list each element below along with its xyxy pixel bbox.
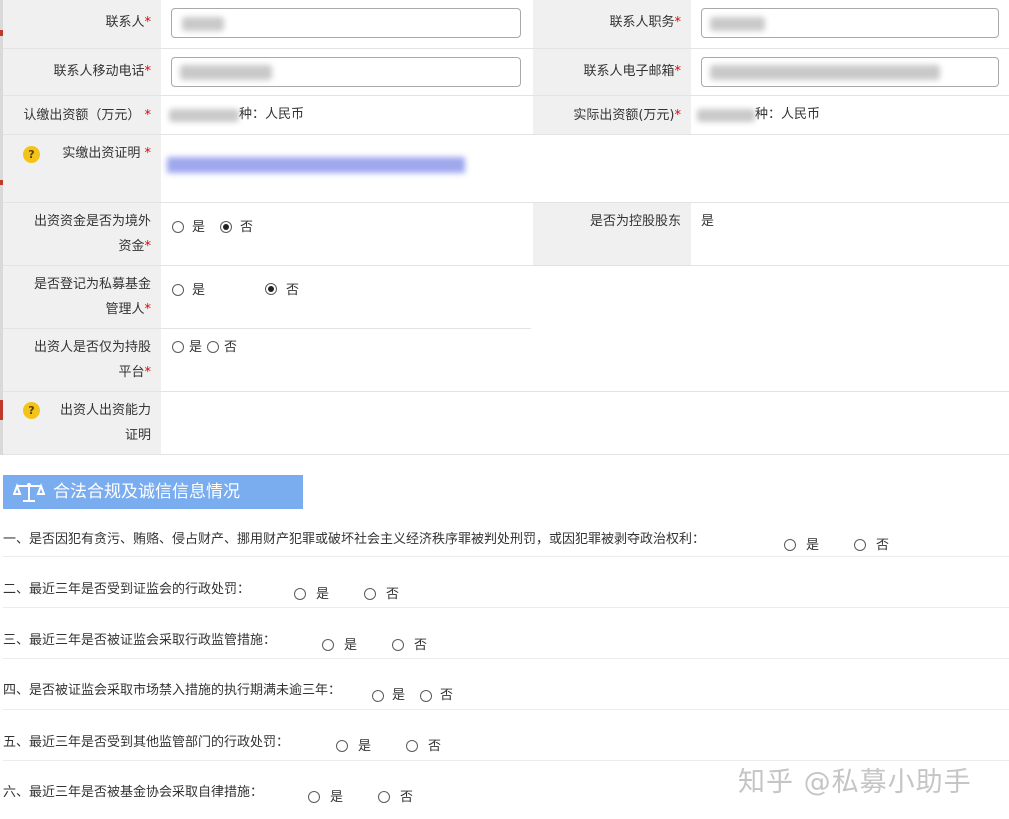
question-4-no-radio[interactable] <box>420 690 432 702</box>
email-label: 联系人电子邮箱* <box>533 49 691 95</box>
controlling-label: 是否为控股股东 <box>533 203 691 265</box>
help-icon[interactable]: ? <box>23 146 40 163</box>
question-3-yes-radio[interactable] <box>322 639 334 651</box>
question-4-yes-radio[interactable] <box>372 690 384 702</box>
scale-icon <box>13 483 45 502</box>
yes-label: 是 <box>330 790 344 805</box>
holding-platform-yes-label: 是 <box>189 340 203 355</box>
question-text: 三、最近三年是否被证监会采取行政监管措施： <box>3 633 277 648</box>
mobile-label: 联系人移动电话* <box>3 49 161 95</box>
row-capital: 认缴出资额（万元） * 种：人民币 实际出资额(万元)* 种：人民币 <box>3 96 1009 135</box>
yes-label: 是 <box>344 638 358 653</box>
watermark: 知乎 @私募小助手 <box>738 767 972 798</box>
question-6-yes-radio[interactable] <box>308 791 320 803</box>
question-text: 二、最近三年是否受到证监会的行政处罚： <box>3 582 251 597</box>
row-foreign-funds: 出资资金是否为境外 资金* 是 否 是否为控股股东 是 <box>3 203 1009 266</box>
mobile-input[interactable] <box>171 57 521 87</box>
question-text: 一、是否因犯有贪污、贿赂、侵占财产、挪用财产犯罪或破坏社会主义经济秩序罪被判处刑… <box>3 532 706 547</box>
holding-platform-label: 出资人是否仅为持股 平台* <box>3 329 161 391</box>
private-fund-yes-radio[interactable] <box>172 284 184 296</box>
question-row: 三、最近三年是否被证监会采取行政监管措施： 是 否 <box>3 608 1009 659</box>
no-label: 否 <box>400 790 414 805</box>
row-proof: 实缴出资证明 * ? <box>3 135 1009 203</box>
section-title: 合法合规及诚信信息情况 <box>53 482 240 502</box>
no-label: 否 <box>876 538 890 553</box>
foreign-funds-no-radio[interactable] <box>220 221 232 233</box>
no-label: 否 <box>428 739 442 754</box>
section-header: 合法合规及诚信信息情况 <box>3 475 303 509</box>
subscribed-currency: 种：人民币 <box>239 107 305 122</box>
question-6-no-radio[interactable] <box>378 791 390 803</box>
yes-label: 是 <box>316 587 330 602</box>
no-label: 否 <box>414 638 428 653</box>
contact-person-label: 联系人* <box>3 0 161 48</box>
capacity-proof-label: 出资人出资能力 证明 <box>3 392 161 454</box>
controlling-value: 是 <box>701 214 715 229</box>
row-contact: 联系人* 联系人职务* <box>3 0 1009 49</box>
yes-label: 是 <box>392 688 406 703</box>
foreign-funds-no-label: 否 <box>240 220 254 235</box>
foreign-funds-yes-radio[interactable] <box>172 221 184 233</box>
holding-platform-yes-radio[interactable] <box>172 341 184 353</box>
help-icon[interactable]: ? <box>23 402 40 419</box>
question-1-no-radio[interactable] <box>854 539 866 551</box>
no-label: 否 <box>440 688 454 703</box>
contact-title-label: 联系人职务* <box>533 0 691 48</box>
question-text: 六、最近三年是否被基金协会采取自律措施： <box>3 785 264 800</box>
question-text: 五、最近三年是否受到其他监管部门的行政处罚： <box>3 735 290 750</box>
question-2-yes-radio[interactable] <box>294 588 306 600</box>
contact-person-input[interactable] <box>171 8 521 38</box>
question-5-no-radio[interactable] <box>406 740 418 752</box>
question-row: 二、最近三年是否受到证监会的行政处罚： 是 否 <box>3 557 1009 608</box>
holding-platform-no-label: 否 <box>224 340 238 355</box>
private-fund-no-radio[interactable] <box>265 283 277 295</box>
yes-label: 是 <box>358 739 372 754</box>
question-row: 五、最近三年是否受到其他监管部门的行政处罚： 是 否 <box>3 710 1009 761</box>
private-fund-yes-label: 是 <box>192 283 206 298</box>
question-text: 四、是否被证监会采取市场禁入措施的执行期满未逾三年： <box>3 683 342 698</box>
question-row: 一、是否因犯有贪污、贿赂、侵占财产、挪用财产犯罪或破坏社会主义经济秩序罪被判处刑… <box>3 510 1009 557</box>
proof-label: 实缴出资证明 * <box>3 135 161 202</box>
row-private-fund: 是否登记为私募基金 管理人* 是 否 <box>3 266 531 329</box>
actual-capital-label: 实际出资额(万元)* <box>533 96 691 134</box>
question-row: 四、是否被证监会采取市场禁入措施的执行期满未逾三年： 是 否 <box>3 659 1009 710</box>
foreign-funds-label: 出资资金是否为境外 资金* <box>3 203 161 265</box>
row-holding-platform: 出资人是否仅为持股 平台* 是 否 <box>3 329 1009 392</box>
yes-label: 是 <box>806 538 820 553</box>
contact-title-input[interactable] <box>701 8 999 38</box>
question-3-no-radio[interactable] <box>392 639 404 651</box>
row-mobile-email: 联系人移动电话* 联系人电子邮箱* <box>3 49 1009 96</box>
question-1-yes-radio[interactable] <box>784 539 796 551</box>
email-input[interactable] <box>701 57 999 87</box>
no-label: 否 <box>386 587 400 602</box>
actual-currency: 种：人民币 <box>755 107 821 122</box>
subscribed-capital-label: 认缴出资额（万元） * <box>3 96 161 134</box>
row-capacity-proof: 出资人出资能力 证明 ? <box>3 392 1009 455</box>
question-5-yes-radio[interactable] <box>336 740 348 752</box>
foreign-funds-yes-label: 是 <box>192 220 206 235</box>
private-fund-no-label: 否 <box>286 283 300 298</box>
private-fund-label: 是否登记为私募基金 管理人* <box>3 266 161 328</box>
holding-platform-no-radio[interactable] <box>207 341 219 353</box>
proof-file-link[interactable] <box>167 157 465 173</box>
question-2-no-radio[interactable] <box>364 588 376 600</box>
